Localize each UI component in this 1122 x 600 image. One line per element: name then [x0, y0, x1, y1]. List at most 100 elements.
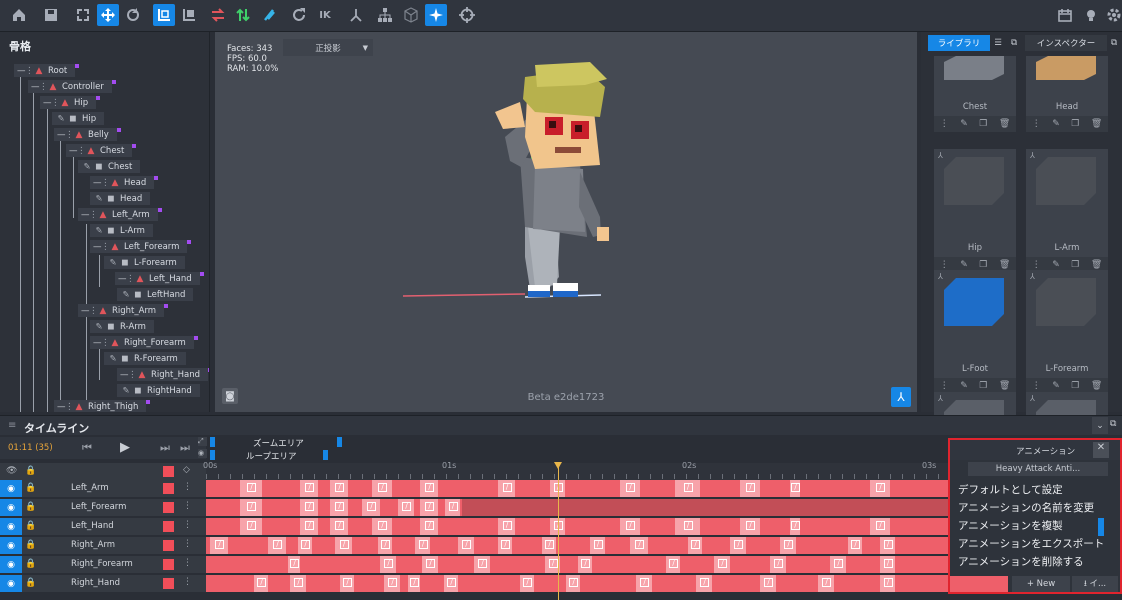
drag-handle-icon[interactable]: ⋮: [25, 66, 34, 76]
keyframe-icon[interactable]: /: [718, 559, 727, 568]
keyframe-icon[interactable]: /: [378, 521, 387, 530]
skip-start-icon[interactable]: ⏮: [82, 441, 92, 455]
keyframe-icon[interactable]: /: [746, 521, 755, 530]
bone-node[interactable]: — ⋮ ▲ Left_Hand: [115, 272, 200, 285]
keyframe-icon[interactable]: /: [448, 502, 458, 511]
keyframe-icon[interactable]: /: [462, 540, 471, 549]
keyframe-icon[interactable]: /: [876, 483, 885, 492]
eye-icon[interactable]: ◉: [0, 575, 22, 592]
collapse-toggle-icon[interactable]: —: [81, 306, 90, 316]
pencil-icon[interactable]: ✎: [960, 119, 968, 129]
keyframe-icon[interactable]: /: [381, 540, 390, 549]
keyframe-icon[interactable]: /: [626, 521, 635, 530]
keyframe-icon[interactable]: /: [478, 559, 487, 568]
bones-icon[interactable]: [232, 4, 254, 26]
keyframe-icon[interactable]: /: [791, 483, 800, 492]
keyframe-icon[interactable]: /: [425, 521, 434, 530]
more-icon[interactable]: ⋮: [183, 520, 192, 530]
character-model[interactable]: [385, 57, 645, 337]
collapse-toggle-icon[interactable]: —: [69, 146, 78, 156]
pencil-icon[interactable]: ✎: [93, 226, 105, 236]
lock-icon[interactable]: 🔒: [25, 540, 36, 550]
mesh-node[interactable]: ✎ ◼ RightHand: [117, 384, 200, 397]
drag-handle-icon[interactable]: ⋮: [39, 82, 48, 92]
trash-icon[interactable]: 🗑: [999, 260, 1010, 270]
track-row[interactable]: ◉ 🔒 Right_Arm ⋮: [0, 537, 206, 554]
library-item[interactable]: Chest ⋮ ✎ ❐ 🗑: [934, 56, 1016, 132]
eye-icon[interactable]: 👁: [6, 466, 17, 476]
more-icon[interactable]: ⋮: [1032, 381, 1041, 391]
keyframe-icon[interactable]: /: [822, 578, 831, 587]
color-swatch[interactable]: [163, 540, 174, 551]
keyframe-icon[interactable]: /: [335, 483, 344, 492]
keyframe-icon[interactable]: /: [425, 502, 434, 511]
drag-handle-icon[interactable]: ⋮: [89, 306, 98, 316]
sparkle-icon[interactable]: [425, 4, 447, 26]
loop-area-end[interactable]: [323, 450, 328, 460]
keyframe-icon[interactable]: /: [774, 559, 783, 568]
pencil-icon[interactable]: ✎: [960, 260, 968, 270]
color-swatch[interactable]: [163, 578, 174, 589]
popout-icon[interactable]: ⧉: [1107, 35, 1121, 51]
collapse-toggle-icon[interactable]: —: [57, 130, 66, 140]
keyframe-icon[interactable]: /: [410, 578, 419, 587]
keyframe-track[interactable]: / / / / / / /: [206, 499, 462, 516]
mesh-node[interactable]: ✎ ◼ Chest: [78, 160, 141, 173]
keyframe-icon[interactable]: /: [523, 578, 532, 587]
bone-node[interactable]: — ⋮ ▲ Right_Hand: [117, 368, 209, 381]
pencil-icon[interactable]: ✎: [107, 354, 119, 364]
keyframe-icon[interactable]: /: [247, 521, 256, 530]
keyframe-icon[interactable]: /: [273, 540, 282, 549]
more-icon[interactable]: ⋮: [183, 577, 192, 587]
loop-area-start[interactable]: [210, 450, 215, 460]
more-icon[interactable]: ⋮: [940, 119, 949, 129]
keyframe-icon[interactable]: /: [425, 483, 434, 492]
popout-icon[interactable]: ⧉: [1006, 35, 1022, 51]
time-ruler[interactable]: 00s 01s 02s 03s: [203, 461, 948, 480]
lock-icon[interactable]: 🔒: [25, 483, 36, 493]
keyframe-icon[interactable]: /: [305, 483, 314, 492]
bone-node[interactable]: — ⋮ ▲ Hip: [40, 96, 97, 109]
keyframe-icon[interactable]: /: [883, 578, 893, 587]
keyframe-icon[interactable]: /: [388, 578, 397, 587]
collapse-toggle-icon[interactable]: —: [93, 338, 102, 348]
menu-export[interactable]: アニメーションをエクスポート: [958, 536, 1104, 551]
visibility-icon[interactable]: ◉: [198, 449, 207, 458]
keyframe-icon[interactable]: /: [335, 521, 344, 530]
cube-icon[interactable]: [400, 4, 422, 26]
copy-icon[interactable]: ❐: [1071, 119, 1079, 129]
collapse-toggle-icon[interactable]: —: [81, 210, 90, 220]
eye-icon[interactable]: ◉: [0, 499, 22, 516]
keyframe-track[interactable]: ////////////: [206, 518, 948, 535]
drag-handle-icon[interactable]: ⋮: [126, 274, 135, 284]
collapse-toggle-icon[interactable]: —: [118, 274, 127, 284]
more-icon[interactable]: ⋮: [183, 539, 192, 549]
projection-dropdown[interactable]: 正投影 ▼: [283, 39, 373, 56]
mesh-node[interactable]: ✎ ◼ L-Forearm: [104, 256, 185, 269]
pencil-icon[interactable]: ✎: [55, 114, 67, 124]
lock-icon[interactable]: 🔒: [25, 559, 36, 569]
bone-node[interactable]: — ⋮ ▲ Root: [14, 64, 76, 77]
keyframe-icon[interactable]: /: [876, 521, 885, 530]
lock-icon[interactable]: 🔒: [25, 578, 36, 588]
keyframe-icon[interactable]: /: [883, 540, 893, 549]
library-item[interactable]: Head ⋮ ✎ ❐ 🗑: [1026, 56, 1108, 132]
expand-icon[interactable]: ⤢: [198, 437, 207, 446]
keyframe-icon[interactable]: /: [305, 521, 314, 530]
keyframe-icon[interactable]: /: [683, 521, 693, 530]
zoom-area-start[interactable]: [210, 437, 215, 447]
bone-node[interactable]: — ⋮ ▲ Controller: [28, 80, 112, 93]
keyframe-icon[interactable]: /: [402, 502, 411, 511]
pivot-icon[interactable]: [178, 4, 200, 26]
keyframe-icon[interactable]: /: [501, 540, 510, 549]
import-animation-button[interactable]: ⭳ イ...: [1072, 576, 1118, 592]
keyframe-track[interactable]: / / / / / / / / / / / / / / / /: [206, 537, 948, 554]
library-item[interactable]: ⅄ L-Foot ⋮ ✎ ❐ 🗑: [934, 270, 1016, 394]
list-view-icon[interactable]: ☰: [990, 35, 1006, 51]
pencil-icon[interactable]: ✎: [120, 290, 132, 300]
bone-node[interactable]: — ⋮ ▲ Chest: [66, 144, 133, 157]
eye-icon[interactable]: ◉: [0, 537, 22, 554]
drag-handle-icon[interactable]: ⋮: [77, 146, 86, 156]
new-animation-button[interactable]: + New: [1012, 576, 1070, 592]
keyframe-icon[interactable]: /: [834, 559, 843, 568]
